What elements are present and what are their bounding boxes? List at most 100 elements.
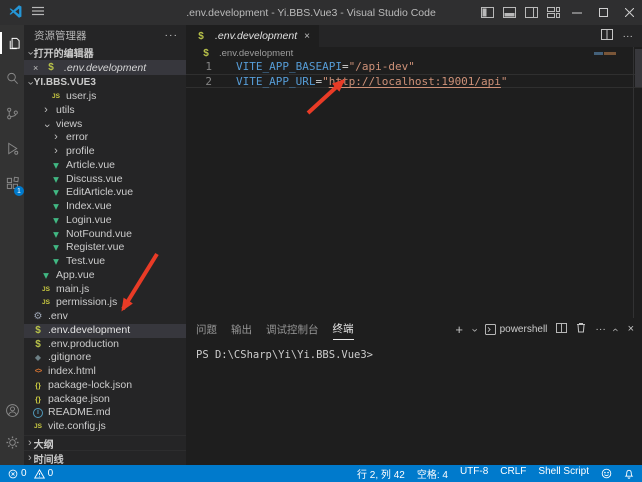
section-[interactable]: ›大纲 [24,435,186,450]
tree-item-article-vue[interactable]: Article.vue [24,159,186,173]
tab-debug-console[interactable]: 调试控制台 [266,318,319,340]
maximize-button[interactable] [590,0,616,25]
run-debug-icon[interactable] [0,137,24,159]
terminal[interactable]: PS D:\CSharp\Yi\Yi.BBS.Vue3> [186,340,642,465]
breadcrumb-file: .env.development [219,48,293,59]
status-cursor-position[interactable]: 行 2, 列 42 [357,466,405,481]
line-number: 1 [186,60,212,74]
breadcrumb[interactable]: .env.development [186,47,642,60]
tree-item-notfound-vue[interactable]: NotFound.vue [24,228,186,242]
tree-item-label: .gitignore [48,351,91,365]
toggle-primary-sidebar-icon[interactable] [476,0,498,25]
chevron-right-icon: › [28,453,32,464]
json-icon [32,379,44,393]
tree-item-env-development[interactable]: .env.development [24,324,186,338]
status-encoding[interactable]: UTF-8 [460,466,488,481]
error-count: 0 [21,468,27,479]
vue-icon [50,186,62,200]
folder-collapsed-icon [40,104,52,118]
tree-item-vite-config-js[interactable]: vite.config.js [24,420,186,434]
toggle-secondary-sidebar-icon[interactable] [520,0,542,25]
titlebar-left [0,4,150,22]
tree-item-env-production[interactable]: .env.production [24,338,186,352]
tree-item-index-html[interactable]: index.html [24,365,186,379]
tab-output[interactable]: 输出 [231,318,252,340]
status-indentation[interactable]: 空格: 4 [417,466,448,481]
tree-item-user-js[interactable]: user.js [24,90,186,104]
split-terminal-icon[interactable] [556,323,567,336]
tree-item-env[interactable]: .env [24,310,186,324]
notifications-bell-icon[interactable] [624,468,634,479]
menu-icon[interactable] [32,6,44,19]
tree-item-editarticle-vue[interactable]: EditArticle.vue [24,186,186,200]
tree-item-readme-md[interactable]: README.md [24,406,186,420]
close-panel-icon[interactable]: × [628,323,634,335]
settings-gear-icon[interactable] [0,431,24,453]
folder-collapsed-icon [50,131,62,145]
split-editor-icon[interactable] [601,29,613,43]
tab-problems[interactable]: 问题 [196,318,217,340]
js-icon [32,420,44,434]
close-window-button[interactable] [616,0,642,25]
close-icon[interactable]: × [33,63,42,73]
tree-item-app-vue[interactable]: App.vue [24,269,186,283]
tree-item-package-json[interactable]: package.json [24,393,186,407]
tree-item-login-vue[interactable]: Login.vue [24,214,186,228]
open-editor-item[interactable]: × .env.development [24,60,186,75]
vue-icon [50,255,62,269]
source-control-icon[interactable] [0,102,24,124]
minimap[interactable] [594,52,616,55]
code-line-1: 1VITE_APP_BASEAPI="/api-dev" [186,60,642,74]
tab-close-icon[interactable]: × [304,31,310,42]
tree-item-main-js[interactable]: main.js [24,283,186,297]
explorer-icon[interactable] [0,32,24,54]
customize-layout-icon[interactable] [542,0,564,25]
tab-terminal[interactable]: 终端 [333,318,354,340]
section-label: 大纲 [34,436,54,451]
tab-env-development[interactable]: .env.development × [186,25,319,47]
panel-more-actions-icon[interactable]: ··· [595,323,606,335]
tree-item-label: EditArticle.vue [66,186,133,200]
tree-item-utils[interactable]: utils [24,104,186,118]
new-terminal-icon[interactable]: + [455,322,463,337]
tree-item-views[interactable]: views [24,118,186,132]
search-icon[interactable] [0,67,24,89]
editor-more-actions-icon[interactable]: ··· [623,30,634,42]
tree-item-test-vue[interactable]: Test.vue [24,255,186,269]
env-file-icon [195,31,207,42]
tree-item-label: permission.js [56,296,117,310]
explorer-more-actions-icon[interactable]: ··· [165,29,179,41]
feedback-icon[interactable] [601,468,612,479]
scrollbar-thumb[interactable] [635,49,642,87]
status-eol-sequence[interactable]: CRLF [500,466,526,481]
tree-item-register-vue[interactable]: Register.vue [24,241,186,255]
account-icon[interactable] [0,399,24,421]
project-section-header[interactable]: › YI.BBS.VUE3 [24,75,186,90]
warning-count: 0 [48,468,54,479]
open-editors-header[interactable]: › 打开的编辑器 [24,45,186,60]
chevron-right-icon: › [28,438,32,449]
tree-item-discuss-vue[interactable]: Discuss.vue [24,173,186,187]
extensions-icon[interactable]: 1 [0,172,24,194]
problems-indicator[interactable]: 0 0 [8,468,53,479]
status-language-mode[interactable]: Shell Script [538,466,589,481]
tab-label: .env.development [215,30,297,42]
tree-item-profile[interactable]: profile [24,145,186,159]
kill-terminal-icon[interactable] [576,322,586,336]
terminal-dropdown-icon[interactable]: › [469,328,480,332]
tree-item-label: .env.development [48,324,130,338]
tree-item-error[interactable]: error [24,131,186,145]
shell-picker[interactable]: powershell [485,324,548,335]
editor-scrollbar[interactable] [633,47,642,318]
tree-item-index-vue[interactable]: Index.vue [24,200,186,214]
toggle-panel-icon[interactable] [498,0,520,25]
git-icon [32,351,44,365]
panel-header: 问题输出调试控制台终端 + › powershell [186,318,642,340]
code-token: "/api-dev" [349,60,415,73]
tree-item-package-lock-json[interactable]: package-lock.json [24,379,186,393]
section-[interactable]: ›时间线 [24,450,186,465]
tree-item-permission-js[interactable]: permission.js [24,296,186,310]
maximize-panel-icon[interactable]: › [610,328,621,332]
minimize-button[interactable] [564,0,590,25]
tree-item-gitignore[interactable]: .gitignore [24,351,186,365]
